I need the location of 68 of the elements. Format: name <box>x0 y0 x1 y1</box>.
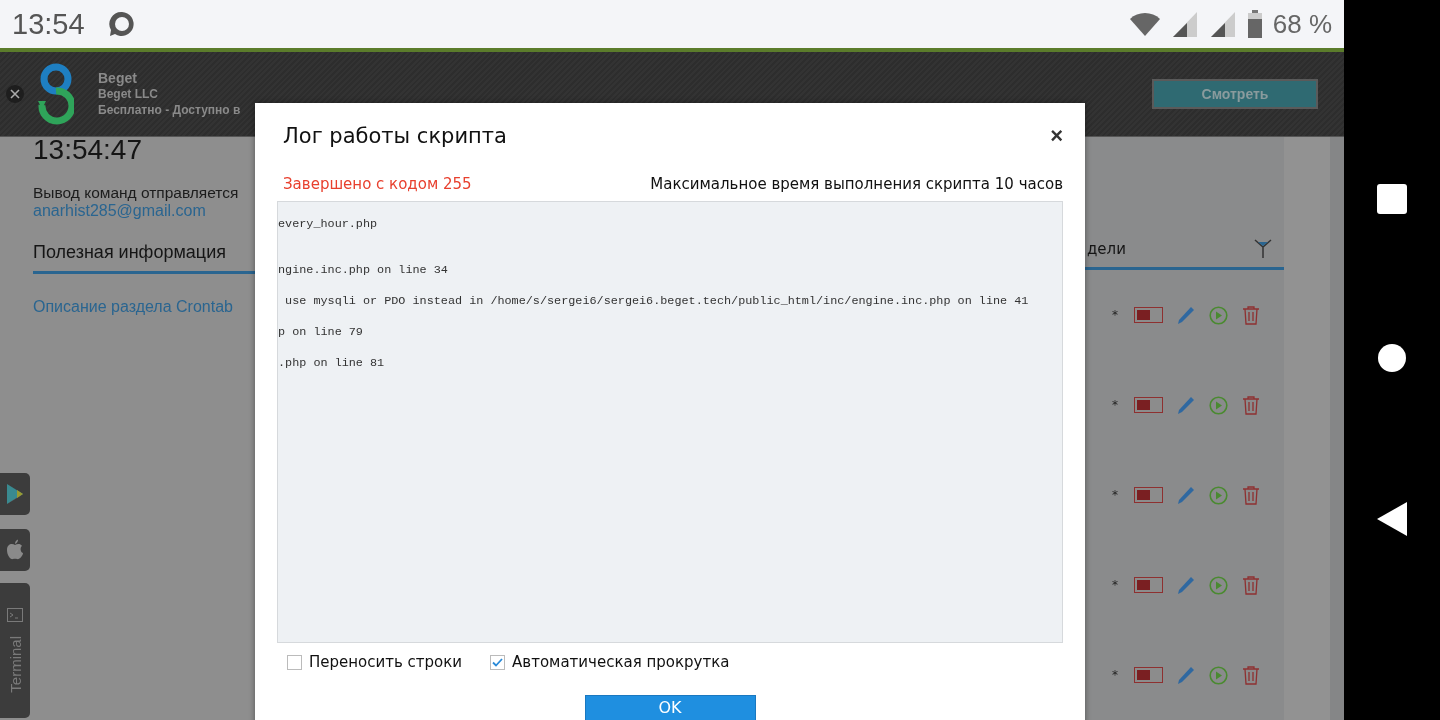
terminal-tab[interactable]: Terminal <box>0 583 30 718</box>
play-icon[interactable] <box>1209 665 1228 685</box>
schedule-text: * <box>1112 668 1119 682</box>
play-store-icon <box>5 482 25 506</box>
schedule-text: * <box>1112 398 1119 413</box>
log-line: p on line 79 <box>278 325 363 339</box>
pencil-icon[interactable] <box>1177 665 1195 685</box>
log-line: .php on line 81 <box>278 356 385 370</box>
chat-bubble-icon <box>106 9 137 39</box>
app-subtitle: Бесплатно - Доступно в <box>98 102 241 118</box>
app-publisher: Beget LLC <box>98 86 159 102</box>
trash-icon[interactable] <box>1242 395 1260 415</box>
toggle-switch[interactable] <box>1134 667 1163 683</box>
checkbox[interactable] <box>287 654 302 670</box>
pencil-icon[interactable] <box>1177 305 1195 325</box>
play-icon[interactable] <box>1209 575 1228 595</box>
toggle-switch[interactable] <box>1134 397 1163 414</box>
current-time: 13:54:47 <box>33 137 142 164</box>
filter-icon[interactable] <box>1254 239 1272 260</box>
trash-icon[interactable] <box>1242 305 1260 325</box>
play-icon[interactable] <box>1209 395 1228 415</box>
app-name: Beget <box>98 70 138 86</box>
store-button[interactable] <box>0 473 30 515</box>
checkbox[interactable] <box>490 654 506 670</box>
recents-icon[interactable] <box>1377 184 1407 215</box>
back-icon[interactable] <box>1377 501 1407 536</box>
option-checkbox[interactable]: Автоматическая прокрутка <box>490 653 730 671</box>
pencil-icon[interactable] <box>1177 395 1195 415</box>
schedule-text: * <box>1112 308 1119 323</box>
battery-icon <box>1246 10 1263 38</box>
dialog-title: Лог работы скрипта <box>283 124 507 148</box>
terminal-icon <box>7 608 23 623</box>
trash-icon[interactable] <box>1242 575 1260 595</box>
signal-icon <box>1208 10 1237 38</box>
status-time: 13:54 <box>12 7 85 41</box>
time-limit-note: Максимальное время выполнения скрипта 10 часов <box>650 175 1063 193</box>
crontab-link[interactable]: Описание раздела Crontab <box>33 298 233 316</box>
pencil-icon[interactable] <box>1177 485 1195 505</box>
column-header: дели <box>1087 240 1126 259</box>
signal-icon <box>1170 10 1199 38</box>
schedule-text: * <box>1112 488 1119 503</box>
store-button[interactable] <box>0 529 30 571</box>
play-icon[interactable] <box>1209 305 1228 325</box>
toggle-switch[interactable] <box>1134 487 1163 504</box>
home-icon[interactable] <box>1377 343 1407 373</box>
play-icon[interactable] <box>1209 485 1228 505</box>
close-icon[interactable] <box>6 85 24 103</box>
schedule-text: * <box>1112 578 1119 593</box>
toggle-switch[interactable] <box>1134 577 1163 594</box>
log-line: use mysqli or PDO instead in /home/s/sergei6/sergei6.beget.tech/public_html/inc/engine.inc.php on line 41 <box>284 294 1029 308</box>
email-link[interactable]: anarhist285@gmail.com <box>33 202 206 220</box>
battery-percentage: 68 % <box>1272 8 1332 40</box>
check-icon <box>492 657 504 667</box>
trash-icon[interactable] <box>1242 485 1260 505</box>
exit-status: Завершено с кодом 255 <box>283 175 472 193</box>
ok-button[interactable]: OK <box>584 695 756 720</box>
close-button[interactable]: × <box>1044 123 1063 149</box>
pencil-icon[interactable] <box>1177 575 1195 595</box>
output-note: Вывод команд отправляется <box>33 184 239 202</box>
app-logo <box>38 63 74 125</box>
scrollbar[interactable] <box>1330 137 1344 720</box>
apple-icon <box>5 538 25 562</box>
toggle-switch[interactable] <box>1134 307 1163 324</box>
wifi-icon <box>1128 11 1161 37</box>
trash-icon[interactable] <box>1242 665 1260 685</box>
watch-button[interactable]: Смотреть <box>1152 79 1318 109</box>
option-checkbox[interactable]: Переносить строки <box>287 653 463 671</box>
log-line: every_hour.php <box>278 217 378 231</box>
